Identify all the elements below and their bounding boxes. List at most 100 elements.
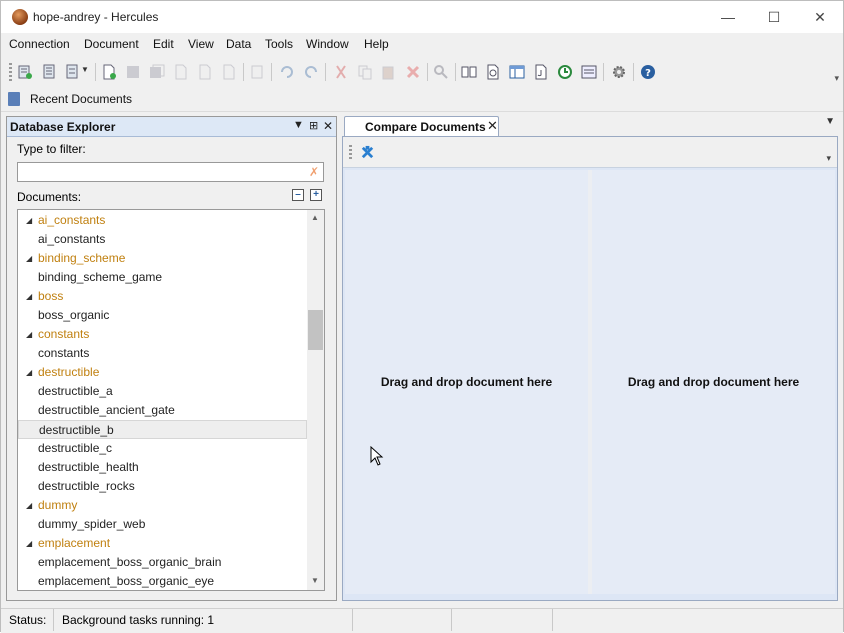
- toolbar-grip[interactable]: [349, 145, 352, 160]
- clear-filter-icon[interactable]: ✗: [309, 165, 319, 179]
- new-document-icon[interactable]: [101, 64, 117, 80]
- document-close-icon[interactable]: [221, 64, 237, 80]
- status-cell: [353, 609, 452, 631]
- save-icon[interactable]: [125, 64, 141, 80]
- expand-caret-icon[interactable]: ◢: [26, 249, 32, 268]
- tree-document[interactable]: destructible_b: [18, 420, 307, 439]
- menu-tools[interactable]: Tools: [265, 37, 293, 51]
- collapse-all-button[interactable]: –: [292, 189, 304, 201]
- database-dropdown-icon[interactable]: [65, 64, 81, 80]
- undo-icon[interactable]: [279, 64, 295, 80]
- panel-menu-icon[interactable]: ▼: [293, 119, 304, 131]
- tree-group[interactable]: ◢ ai_constants: [18, 211, 307, 230]
- recent-documents-label[interactable]: Recent Documents: [30, 92, 132, 106]
- log-window-icon[interactable]: [581, 64, 597, 80]
- expand-caret-icon[interactable]: ◢: [26, 325, 32, 344]
- right-drop-pane[interactable]: Drag and drop document here: [592, 170, 835, 594]
- history-icon[interactable]: [557, 64, 573, 80]
- menu-help[interactable]: Help: [364, 37, 389, 51]
- tree-document[interactable]: ai_constants: [18, 230, 307, 249]
- delete-icon[interactable]: [405, 64, 421, 80]
- tree-document[interactable]: binding_scheme_game: [18, 268, 307, 287]
- toolbar-grip[interactable]: [9, 63, 12, 81]
- tree-document[interactable]: dummy_spider_web: [18, 515, 307, 534]
- gear-icon[interactable]: [611, 64, 627, 80]
- tree-group[interactable]: ◢ boss: [18, 287, 307, 306]
- documents-label: Documents:: [17, 190, 82, 204]
- compare-toolbar: ▾: [343, 137, 837, 168]
- tree-item-label: emplacement_boss_organic_eye: [38, 574, 215, 588]
- script-icon[interactable]: [533, 64, 549, 80]
- minimize-button[interactable]: —: [705, 1, 751, 33]
- status-cell: [553, 609, 842, 631]
- menu-data[interactable]: Data: [226, 37, 251, 51]
- close-window-button[interactable]: ✕: [797, 1, 843, 33]
- filter-input[interactable]: ✗: [17, 162, 324, 182]
- menu-edit[interactable]: Edit: [153, 37, 174, 51]
- properties-icon[interactable]: [249, 64, 265, 80]
- tree-item-label: destructible_ancient_gate: [38, 403, 175, 417]
- tree-document[interactable]: destructible_health: [18, 458, 307, 477]
- status-cell: Background tasks running: 1: [54, 609, 353, 631]
- tree-document[interactable]: destructible_c: [18, 439, 307, 458]
- maximize-button[interactable]: ☐: [751, 1, 797, 33]
- copy-icon[interactable]: [357, 64, 373, 80]
- help-icon[interactable]: ?: [640, 64, 656, 80]
- menu-window[interactable]: Window: [306, 37, 349, 51]
- left-drop-pane[interactable]: Drag and drop document here: [345, 170, 588, 594]
- tree-document[interactable]: destructible_a: [18, 382, 307, 401]
- table-icon[interactable]: [509, 64, 525, 80]
- toolbar-overflow-icon[interactable]: ▾: [826, 153, 831, 164]
- tree-document[interactable]: boss_organic: [18, 306, 307, 325]
- tab-compare-documents[interactable]: Compare Documents ✕: [344, 116, 499, 137]
- expand-caret-icon[interactable]: ◢: [26, 211, 32, 230]
- tree-document[interactable]: constants: [18, 344, 307, 363]
- expand-caret-icon[interactable]: ◢: [26, 363, 32, 382]
- scroll-up-icon[interactable]: ▲: [311, 213, 319, 222]
- chevron-down-icon[interactable]: ▼: [81, 65, 89, 74]
- expand-caret-icon[interactable]: ◢: [26, 496, 32, 515]
- menu-connection[interactable]: Connection: [9, 37, 70, 51]
- document-icon[interactable]: [173, 64, 189, 80]
- database-icon[interactable]: [17, 64, 33, 80]
- tree-group[interactable]: ◢ emplacement: [18, 534, 307, 553]
- book-icon: [8, 92, 20, 106]
- tree-document[interactable]: destructible_ancient_gate: [18, 401, 307, 420]
- paste-icon[interactable]: [381, 64, 397, 80]
- redo-icon[interactable]: [303, 64, 319, 80]
- tree-group[interactable]: ◢ destructible: [18, 363, 307, 382]
- document-edit-icon[interactable]: [197, 64, 213, 80]
- clear-compare-icon[interactable]: [360, 145, 375, 160]
- close-tab-icon[interactable]: ✕: [487, 118, 498, 134]
- tree-item-label: destructible_c: [38, 441, 113, 455]
- find-icon[interactable]: [433, 64, 449, 80]
- expand-caret-icon[interactable]: ◢: [26, 287, 32, 306]
- tree-group[interactable]: ◢ constants: [18, 325, 307, 344]
- toolbar-overflow-icon[interactable]: ▾: [834, 73, 839, 84]
- search-document-icon[interactable]: [485, 64, 501, 80]
- tree-group[interactable]: ◢ dummy: [18, 496, 307, 515]
- pin-icon[interactable]: ⊞: [309, 119, 318, 132]
- tree-document[interactable]: emplacement_boss_organic_eye: [18, 572, 307, 590]
- tree-group[interactable]: ◢ binding_scheme: [18, 249, 307, 268]
- tree-item-label: binding_scheme_game: [38, 270, 163, 284]
- expand-all-button[interactable]: +: [310, 189, 322, 201]
- expand-caret-icon[interactable]: ◢: [26, 534, 32, 553]
- window-title: hope-andrey - Hercules: [33, 10, 159, 24]
- close-panel-icon[interactable]: ✕: [323, 119, 333, 133]
- menu-document[interactable]: Document: [84, 37, 139, 51]
- scroll-down-icon[interactable]: ▼: [311, 576, 319, 585]
- database-copy-icon[interactable]: [41, 64, 57, 80]
- save-all-icon[interactable]: [149, 64, 165, 80]
- toolbar-separator: [455, 63, 456, 81]
- tree-scrollbar[interactable]: ▲ ▼: [307, 210, 324, 590]
- cut-icon[interactable]: [333, 64, 349, 80]
- scrollbar-thumb[interactable]: [308, 310, 323, 350]
- compare-icon[interactable]: [461, 64, 477, 80]
- tree-document[interactable]: destructible_rocks: [18, 477, 307, 496]
- tree-document[interactable]: emplacement_boss_organic_brain: [18, 553, 307, 572]
- toolbar-separator: [271, 63, 272, 81]
- menu-view[interactable]: View: [188, 37, 214, 51]
- tab-list-icon[interactable]: ▼: [825, 116, 835, 127]
- tree-item-label: constants: [38, 346, 90, 360]
